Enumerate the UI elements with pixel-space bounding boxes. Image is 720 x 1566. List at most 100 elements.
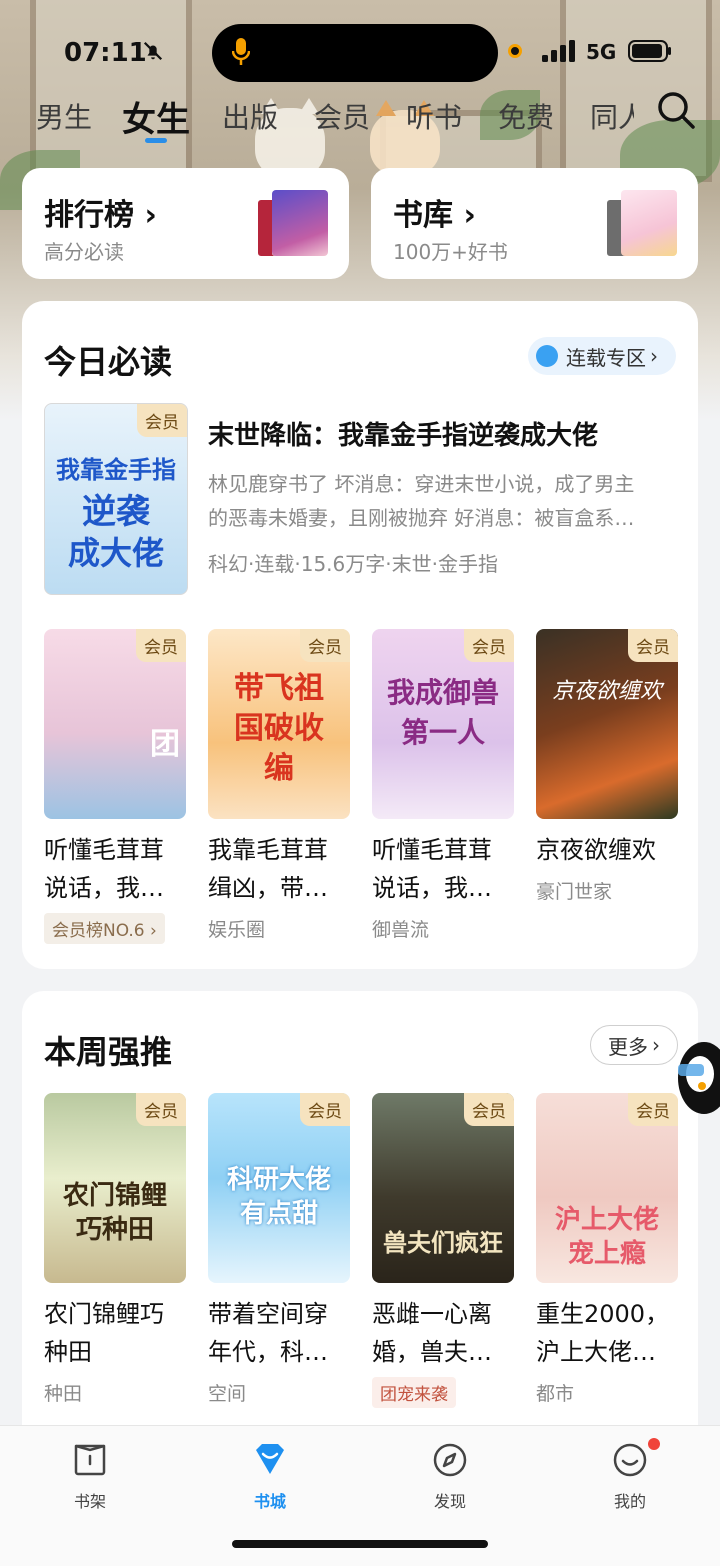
- featured-book-meta: 科幻·连载·15.6万字·末世·金手指: [208, 552, 498, 576]
- tab-fanfic[interactable]: 同人: [590, 96, 634, 136]
- ranking-book-thumb: [272, 190, 328, 256]
- tab-free[interactable]: 免费: [498, 96, 554, 136]
- profile-icon: [613, 1443, 647, 1477]
- weekly-tag-3[interactable]: 团宠来袭: [372, 1377, 456, 1408]
- weekly-genre-1: 种田: [44, 1383, 83, 1405]
- member-badge: 会员: [628, 1093, 678, 1126]
- weekly-title: 本周强推: [44, 1027, 172, 1075]
- cover-title: 兽夫们疯狂: [383, 1229, 503, 1257]
- cover-title-line-1: 我靠金手指: [56, 456, 176, 484]
- tab-female[interactable]: 女生: [122, 92, 190, 141]
- serial-icon: [536, 345, 558, 367]
- channel-tabs: 男生 女生 出版 会员 听书 免费 同人: [0, 86, 720, 146]
- featured-book-cover[interactable]: 会员 我靠金手指 逆袭 成大佬: [44, 403, 188, 595]
- network-type: 5G: [586, 40, 617, 64]
- battery-icon: [628, 40, 671, 62]
- book-title-3[interactable]: 听懂毛茸茸 说话，我…: [372, 831, 516, 907]
- home-indicator[interactable]: [232, 1540, 488, 1548]
- member-badge: 会员: [300, 629, 350, 662]
- library-card[interactable]: 书库 › 100万+好书: [371, 168, 698, 279]
- today-section: 今日必读 连载专区 › 会员 我靠金手指 逆袭 成大佬 末世降临：我靠金手指逆袭成…: [22, 301, 698, 969]
- floating-mascot-icon[interactable]: [672, 1034, 720, 1118]
- weekly-section: 本周强推 更多 › 会员 农门锦鲤巧种田 会员 科研大佬有点甜 会员 兽夫们疯狂 …: [22, 991, 698, 1425]
- nav-bookstore-label: 书城: [253, 1492, 286, 1511]
- recording-indicator: [508, 44, 522, 58]
- search-icon[interactable]: [656, 90, 696, 130]
- weekly-title-4[interactable]: 重生2000， 沪上大佬…: [536, 1295, 686, 1371]
- member-badge: 会员: [136, 629, 186, 662]
- featured-book-desc-line-2: 的恶毒未婚妻，且刚被抛弃 好消息：被盲盒系…: [208, 506, 635, 530]
- library-subtitle: 100万+好书: [393, 240, 508, 264]
- nav-profile-label: 我的: [613, 1492, 646, 1511]
- silent-bell-icon: [143, 41, 163, 61]
- bookshelf-icon: [74, 1444, 106, 1476]
- member-badge: 会员: [464, 629, 514, 662]
- weekly-cover-3[interactable]: 会员 兽夫们疯狂: [372, 1093, 514, 1283]
- weekly-title-2[interactable]: 带着空间穿 年代，科…: [208, 1295, 352, 1371]
- nav-bookshelf-label: 书架: [73, 1492, 106, 1511]
- active-tab-indicator: [145, 138, 167, 143]
- cover-title: 农门锦鲤巧种田: [62, 1181, 167, 1245]
- weekly-title-3[interactable]: 恶雌一心离 婚，兽夫…: [372, 1295, 516, 1371]
- weekly-genre-2: 空间: [208, 1383, 247, 1405]
- featured-book-desc-line-1: 林见鹿穿书了 坏消息：穿进末世小说，成了男主: [208, 472, 635, 496]
- status-time: 07:11: [64, 38, 147, 68]
- book-title-1[interactable]: 听懂毛茸茸 说话，我…: [44, 831, 188, 907]
- chevron-right-icon: ›: [652, 1033, 660, 1057]
- dynamic-island: [212, 24, 498, 82]
- weekly-cover-2[interactable]: 会员 科研大佬有点甜: [208, 1093, 350, 1283]
- weekly-cover-4[interactable]: 会员 沪上大佬宠上瘾: [536, 1093, 678, 1283]
- nav-bookstore[interactable]: 书城: [230, 1440, 310, 1512]
- book-cover-1[interactable]: 会员 团: [44, 629, 186, 819]
- notification-dot: [648, 1438, 660, 1450]
- ranking-title: 排行榜 ›: [44, 198, 157, 233]
- cover-title: 带飞祖国破收编: [234, 671, 324, 786]
- book-title-2[interactable]: 我靠毛茸茸 缉凶，带…: [208, 831, 352, 907]
- nav-profile[interactable]: 我的: [590, 1440, 670, 1512]
- tab-male[interactable]: 男生: [36, 96, 92, 136]
- member-badge: 会员: [628, 629, 678, 662]
- member-badge: 会员: [300, 1093, 350, 1126]
- cover-title: 我成御兽第一人: [386, 676, 499, 749]
- book-cover-3[interactable]: 会员 我成御兽第一人: [372, 629, 514, 819]
- nav-discover-label: 发现: [433, 1492, 466, 1511]
- tab-publish[interactable]: 出版: [222, 96, 278, 136]
- weekly-genre-4: 都市: [536, 1383, 575, 1405]
- tab-member[interactable]: 会员: [314, 96, 370, 136]
- library-title: 书库 ›: [393, 198, 476, 233]
- book-genre-3: 御兽流: [372, 919, 430, 941]
- book-cover-2[interactable]: 会员 带飞祖国破收编: [208, 629, 350, 819]
- book-genre-2: 娱乐圈: [208, 919, 266, 941]
- cover-title: 科研大佬有点甜: [226, 1165, 331, 1229]
- featured-book-title[interactable]: 末世降临：我靠金手指逆袭成大佬: [208, 415, 598, 452]
- library-book-thumb: [621, 190, 677, 256]
- serial-zone-label: 连载专区: [566, 345, 646, 370]
- weekly-cover-1[interactable]: 会员 农门锦鲤巧种田: [44, 1093, 186, 1283]
- chevron-right-icon: ›: [650, 344, 658, 368]
- tab-audio[interactable]: 听书: [406, 96, 462, 136]
- rank-tag[interactable]: 会员榜NO.6 ›: [44, 913, 165, 944]
- weekly-title-1[interactable]: 农门锦鲤巧 种田: [44, 1295, 188, 1371]
- more-button[interactable]: 更多 ›: [590, 1025, 678, 1065]
- nav-bookshelf[interactable]: 书架: [50, 1440, 130, 1512]
- book-genre-4: 豪门世家: [536, 881, 613, 903]
- cover-title-line-3: 成大佬: [67, 534, 164, 572]
- cover-title: 京夜欲缠欢: [551, 679, 662, 704]
- member-badge: 会员: [464, 1093, 514, 1126]
- cover-title-line-2: 逆袭: [82, 492, 150, 532]
- serial-zone-link[interactable]: 连载专区 ›: [528, 337, 676, 375]
- nav-discover[interactable]: 发现: [410, 1440, 490, 1512]
- ranking-card[interactable]: 排行榜 › 高分必读: [22, 168, 349, 279]
- cover-title: 沪上大佬宠上瘾: [554, 1205, 659, 1269]
- book-cover-4[interactable]: 会员 京夜欲缠欢: [536, 629, 678, 819]
- ranking-subtitle: 高分必读: [44, 240, 124, 264]
- bookstore-icon: [256, 1444, 284, 1474]
- member-badge: 会员: [137, 404, 187, 437]
- book-title-4[interactable]: 京夜欲缠欢: [536, 831, 680, 869]
- more-label: 更多: [608, 1034, 648, 1059]
- microphone-icon: [232, 38, 250, 65]
- signal-icon: [542, 40, 575, 62]
- cover-title: 团: [150, 727, 180, 762]
- compass-icon: [433, 1443, 467, 1477]
- status-bar: 07:11 5G: [0, 0, 720, 100]
